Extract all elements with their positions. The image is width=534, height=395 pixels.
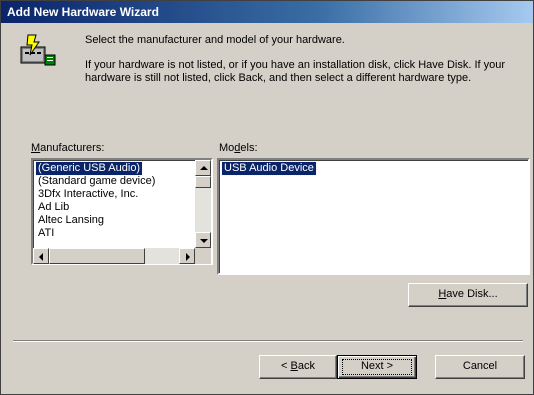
manufacturer-item[interactable]: 3Dfx Interactive, Inc.: [36, 188, 140, 201]
wizard-heading: Select the manufacturer and model of you…: [85, 34, 345, 46]
wizard-window: Add New Hardware Wizard Select the manuf…: [0, 0, 534, 395]
manufacturers-label-rest: anufacturers:: [40, 142, 105, 154]
next-button[interactable]: Next >: [337, 355, 417, 379]
manufacturers-vertical-scrollbar[interactable]: [195, 160, 211, 248]
models-label: Models:: [219, 142, 258, 154]
scroll-left-button[interactable]: [33, 248, 49, 264]
focus-ring: [342, 359, 412, 375]
cancel-label: Cancel: [462, 360, 498, 372]
horizontal-scroll-thumb[interactable]: [49, 248, 145, 264]
vertical-scroll-thumb[interactable]: [195, 176, 211, 188]
wizard-description: If your hardware is not listed, or if yo…: [85, 59, 506, 84]
manufacturer-item[interactable]: (Generic USB Audio): [34, 161, 144, 176]
button-separator: [13, 340, 523, 342]
models-label-before: Mo: [219, 142, 235, 154]
manufacturers-label: Manufacturers:: [31, 142, 104, 154]
manufacturers-label-mnemonic: M: [31, 142, 41, 154]
manufacturer-item[interactable]: Altec Lansing: [36, 214, 106, 227]
back-label: ack: [297, 360, 315, 372]
window-title: Add New Hardware Wizard: [7, 5, 159, 19]
title-bar[interactable]: Add New Hardware Wizard: [1, 1, 533, 23]
manufacturer-item[interactable]: ATI: [36, 227, 56, 240]
models-label-after: els:: [240, 142, 258, 154]
scroll-down-button[interactable]: [195, 232, 211, 248]
manufacturer-item[interactable]: (Standard game device): [36, 175, 157, 188]
back-prefix: <: [281, 360, 291, 372]
back-button[interactable]: < Back: [259, 355, 337, 379]
model-item[interactable]: USB Audio Device: [221, 161, 317, 176]
manufacturers-horizontal-scrollbar[interactable]: [33, 248, 195, 264]
arrow-up-icon: [200, 166, 208, 170]
arrow-right-icon: [186, 253, 190, 261]
manufacturer-item[interactable]: Ad Lib: [36, 201, 71, 214]
arrow-down-icon: [200, 239, 208, 243]
arrow-left-icon: [39, 253, 43, 261]
have-disk-label: ave Disk...: [446, 288, 498, 300]
scroll-up-button[interactable]: [195, 160, 211, 176]
hardware-wizard-icon: [20, 34, 56, 66]
have-disk-button[interactable]: Have Disk...: [408, 283, 528, 307]
back-mnemonic: B: [290, 360, 298, 372]
models-listbox[interactable]: USB Audio Device: [217, 158, 530, 275]
scroll-right-button[interactable]: [179, 248, 195, 264]
scrollbar-corner: [195, 248, 211, 264]
cancel-button[interactable]: Cancel: [435, 355, 525, 379]
